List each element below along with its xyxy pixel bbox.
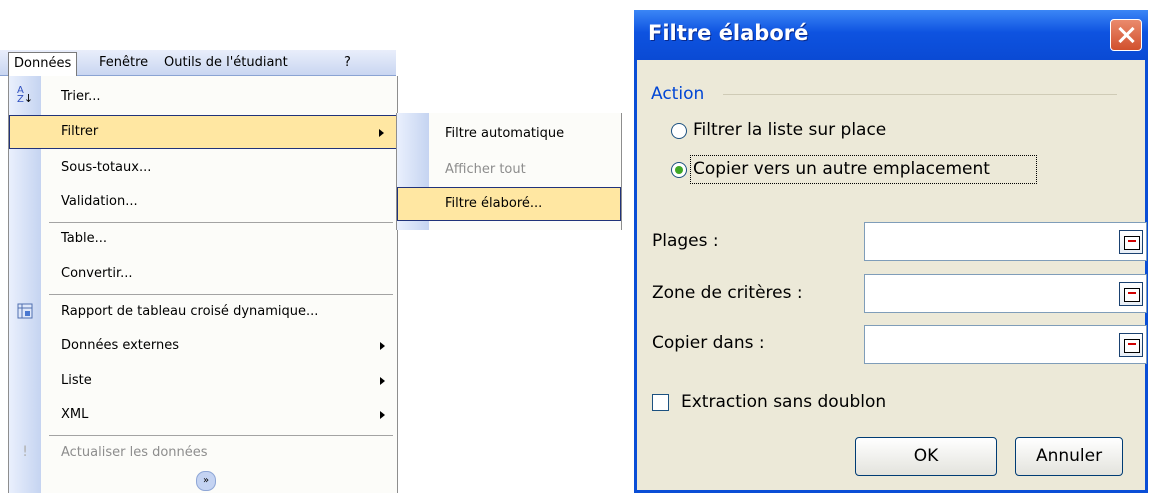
pivot-table-icon [15, 301, 35, 321]
criteres-label: Zone de critères : [652, 283, 803, 303]
group-divider [723, 94, 1117, 95]
menu-item-xml[interactable]: XML [9, 398, 397, 432]
cancel-button[interactable]: Annuler [1015, 437, 1123, 476]
menu-item-convertir[interactable]: Convertir... [9, 257, 397, 291]
menu-item-afficher-tout[interactable]: Afficher tout [397, 153, 621, 187]
range-selector-icon[interactable] [1119, 333, 1143, 357]
range-selector-icon[interactable] [1119, 282, 1143, 306]
menu-help[interactable]: ? [339, 53, 356, 72]
ok-button[interactable]: OK [855, 437, 997, 476]
range-selector-icon[interactable] [1119, 230, 1143, 254]
radio-copier-emplacement[interactable] [671, 162, 687, 178]
extraction-sans-doublon-label[interactable]: Extraction sans doublon [681, 392, 886, 412]
copier-dans-input[interactable] [864, 325, 1147, 364]
menu-outils-etudiant[interactable]: Outils de l'étudiant [159, 53, 293, 72]
expand-menu-icon[interactable]: » [196, 471, 216, 491]
menu-item-sous-totaux[interactable]: Sous-totaux... [9, 151, 397, 185]
filtrer-submenu: Filtre automatique Afficher tout Filtre … [396, 113, 622, 230]
plages-input[interactable] [864, 222, 1147, 261]
menu-item-trier[interactable]: A Z↓ Trier... [9, 80, 397, 114]
menu-item-actualiser[interactable]: ! Actualiser les données [9, 436, 397, 470]
menu-item-table[interactable]: Table... [9, 222, 397, 256]
dialog-titlebar: Filtre élaboré [634, 10, 1148, 60]
copier-dans-label: Copier dans : [652, 333, 765, 353]
submenu-arrow-icon [380, 411, 385, 419]
menu-item-filtre-automatique[interactable]: Filtre automatique [397, 117, 621, 151]
submenu-arrow-icon [379, 129, 384, 137]
submenu-arrow-icon [380, 342, 385, 350]
plages-label: Plages : [652, 231, 719, 251]
sort-az-icon: A Z↓ [16, 85, 34, 106]
menu-bar: Données Fenêtre Outils de l'étudiant ? [0, 50, 396, 76]
filtre-elabore-dialog: Filtre élaboré Action Filtrer la liste s… [634, 10, 1148, 493]
menu-item-filtrer[interactable]: Filtrer [9, 115, 397, 149]
radio-filtrer-sur-place-label[interactable]: Filtrer la liste sur place [693, 120, 886, 140]
menu-donnees[interactable]: Données [8, 52, 78, 76]
radio-filtrer-sur-place[interactable] [671, 123, 687, 139]
close-button[interactable] [1110, 19, 1142, 51]
menu-item-liste[interactable]: Liste [9, 364, 397, 398]
action-group-title: Action [651, 84, 705, 104]
donnees-menu: A Z↓ Trier... Filtrer Sous-totaux... Vali… [8, 76, 398, 493]
menu-item-filtre-elabore[interactable]: Filtre élaboré... [397, 187, 621, 221]
refresh-icon: ! [22, 444, 28, 460]
radio-copier-emplacement-label[interactable]: Copier vers un autre emplacement [693, 159, 990, 179]
menu-fenetre[interactable]: Fenêtre [94, 53, 153, 72]
menu-item-validation[interactable]: Validation... [9, 185, 397, 219]
menu-item-donnees-externes[interactable]: Données externes [9, 329, 397, 363]
dialog-title: Filtre élaboré [648, 21, 809, 45]
criteres-input[interactable] [864, 274, 1147, 313]
submenu-arrow-icon [380, 377, 385, 385]
extraction-sans-doublon-checkbox[interactable] [652, 394, 669, 411]
menu-item-rapport-tableau-croise[interactable]: Rapport de tableau croisé dynamique... [9, 295, 397, 329]
